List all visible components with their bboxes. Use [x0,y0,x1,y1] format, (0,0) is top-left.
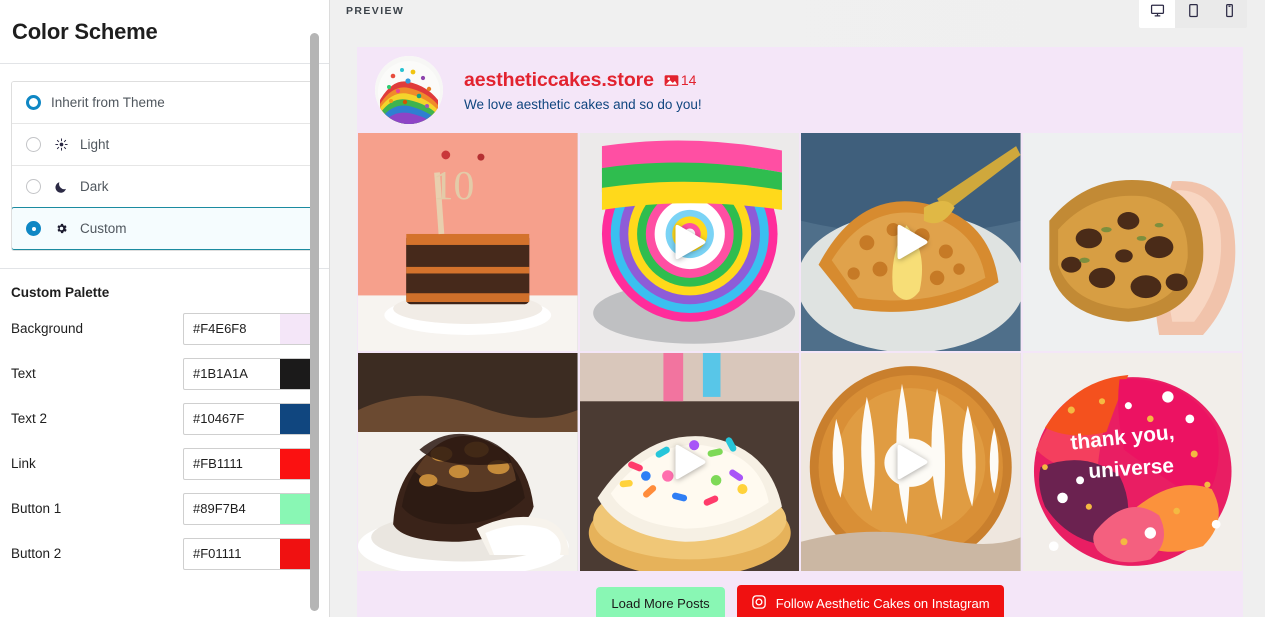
color-value[interactable]: #89F7B4 [184,494,280,524]
follow-on-instagram-button[interactable]: Follow Aesthetic Cakes on Instagram [736,585,1004,617]
color-input-button1[interactable]: #89F7B4 [183,492,318,525]
scheme-option-label: Inherit from Theme [51,95,165,110]
radio-icon-dark[interactable] [26,179,41,194]
svg-text:10: 10 [433,163,475,209]
account-name-line: aestheticcakes.store 14 [464,69,702,92]
sidebar-header: Color Scheme [0,0,329,64]
palette-row-link: Link #FB1111 [0,441,329,486]
feed-item[interactable]: 10 [358,133,578,351]
color-scheme-section: Inherit from Theme Light Dark Custom [0,64,329,251]
color-input-background[interactable]: #F4E6F8 [183,312,318,345]
palette-label: Background [11,321,84,336]
color-value[interactable]: #F01111 [184,539,280,569]
feed-item[interactable] [579,133,799,351]
image-icon [664,74,679,86]
scheme-option-dark[interactable]: Dark [12,166,317,208]
preview-label: PREVIEW [346,5,405,17]
color-input-link[interactable]: #FB1111 [183,447,318,480]
instagram-feed-preview: aestheticcakes.store 14 We love aestheti… [357,47,1243,617]
account-name[interactable]: aestheticcakes.store [464,69,654,92]
palette-label: Text [11,366,36,381]
desktop-view-button[interactable] [1139,0,1175,28]
post-image: thank you, universe [1022,353,1242,571]
sidebar-scrollbar-thumb[interactable] [310,33,319,611]
post-image [1022,133,1242,351]
color-value[interactable]: #FB1111 [184,449,280,479]
photo-count-badge: 14 [664,72,697,88]
play-icon[interactable] [883,214,939,270]
page-title: Color Scheme [12,18,158,44]
palette-row-text2: Text 2 #10467F [0,396,329,441]
feed-item[interactable] [358,353,578,571]
preview-pane: PREVIEW aestheticcakes.store 14 We love … [330,0,1265,617]
scheme-option-label: Light [80,137,110,152]
settings-sidebar: Color Scheme Inherit from Theme Light Da… [0,0,330,617]
tablet-view-button[interactable] [1175,0,1211,28]
sun-icon [52,138,70,151]
custom-palette-heading: Custom Palette [11,285,110,300]
photo-count: 14 [680,72,697,88]
feed-item[interactable]: thank you, universe [1022,353,1242,571]
radio-icon-inherit[interactable] [26,95,41,110]
mobile-view-button[interactable] [1211,0,1247,28]
play-icon[interactable] [661,214,717,270]
avatar-image [375,56,443,124]
app-root: Color Scheme Inherit from Theme Light Da… [0,0,1265,617]
load-more-posts-button[interactable]: Load More Posts [596,587,725,617]
scheme-option-label: Dark [80,179,109,194]
feed-item[interactable] [801,133,1021,351]
feed-item[interactable] [801,353,1021,571]
color-scheme-radio-group: Inherit from Theme Light Dark Custom [11,81,318,251]
color-input-text[interactable]: #1B1A1A [183,357,318,390]
feed-item[interactable] [1022,133,1242,351]
palette-row-text: Text #1B1A1A [0,351,329,396]
feed-header: aestheticcakes.store 14 We love aestheti… [357,47,1243,133]
gear-icon [52,222,70,235]
feed-grid: 10 thank you, universe [357,133,1243,571]
palette-row-button1: Button 1 #89F7B4 [0,486,329,531]
scheme-option-custom[interactable]: Custom [12,207,317,250]
palette-label: Link [11,456,36,471]
feed-footer: Load More Posts Follow Aesthetic Cakes o… [357,571,1243,617]
color-value[interactable]: #1B1A1A [184,359,280,389]
palette-label: Button 1 [11,501,62,516]
moon-icon [52,180,70,194]
instagram-icon [751,594,767,613]
palette-row-background: Background #F4E6F8 [0,306,329,351]
device-toggle-group [1139,0,1247,28]
scheme-option-light[interactable]: Light [12,124,317,166]
post-image [358,353,578,571]
preview-toolbar: PREVIEW [330,0,1265,33]
custom-palette-section: Custom Palette Background #F4E6F8 Text #… [0,269,329,576]
radio-icon-custom[interactable] [26,221,41,236]
sidebar-scrollbar-track[interactable] [310,0,324,617]
post-image: 10 [358,133,578,351]
palette-row-button2: Button 2 #F01111 [0,531,329,576]
color-input-button2[interactable]: #F01111 [183,537,318,570]
follow-button-label: Follow Aesthetic Cakes on Instagram [775,596,990,611]
scheme-option-inherit[interactable]: Inherit from Theme [12,82,317,124]
radio-icon-light[interactable] [26,137,41,152]
scheme-option-label: Custom [80,221,127,236]
color-value[interactable]: #F4E6F8 [184,314,280,344]
avatar [375,56,443,124]
feed-item[interactable] [579,353,799,571]
palette-label: Text 2 [11,411,48,426]
color-value[interactable]: #10467F [184,404,280,434]
play-icon[interactable] [661,434,717,490]
account-bio: We love aesthetic cakes and so do you! [464,96,702,112]
play-icon[interactable] [883,434,939,490]
color-input-text2[interactable]: #10467F [183,402,318,435]
palette-label: Button 2 [11,546,62,561]
account-meta: aestheticcakes.store 14 We love aestheti… [464,69,702,112]
